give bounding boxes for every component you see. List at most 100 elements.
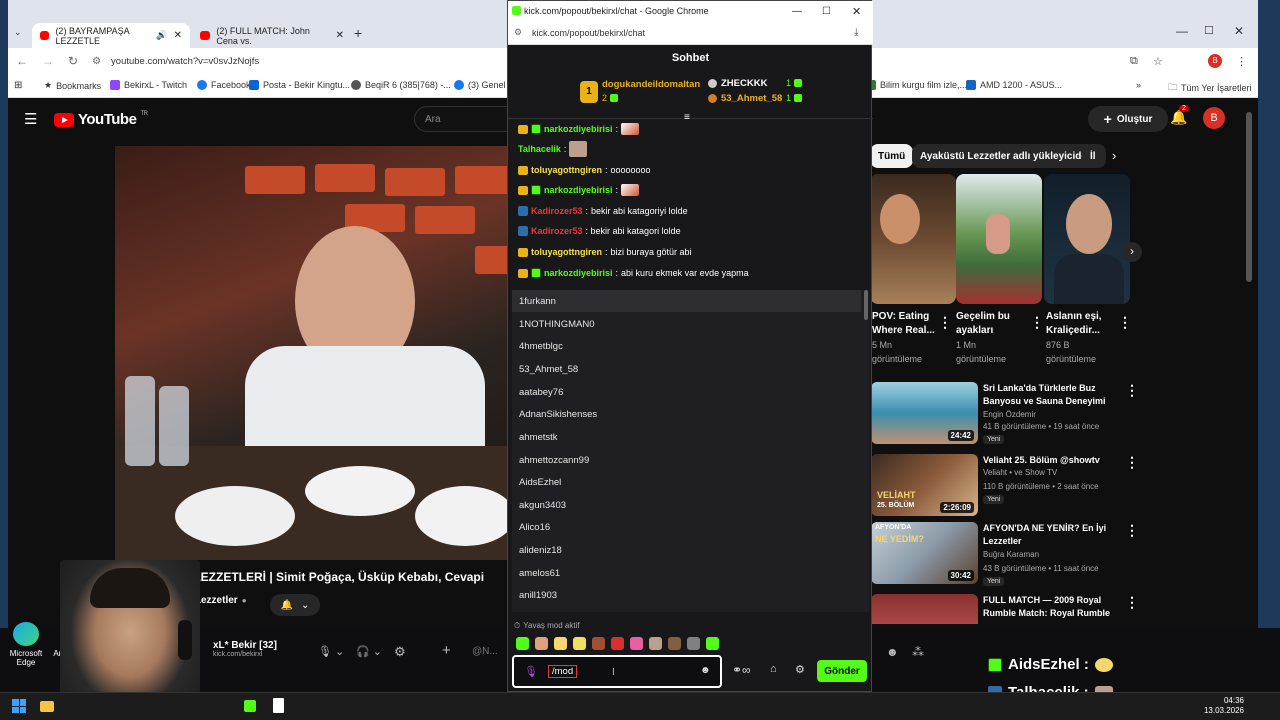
close-tab-icon[interactable]: ✕ (336, 30, 344, 41)
chat-username[interactable]: narkozdiyebirisi (544, 185, 613, 195)
bookmark-item[interactable]: (3) Genel H (454, 80, 515, 90)
chat-username[interactable]: Kadirozer53 (531, 226, 583, 236)
chat-message[interactable]: Talhacelik: (518, 141, 588, 157)
close-window-button[interactable]: ✕ (852, 5, 861, 18)
more-options-icon[interactable]: ⋮ (1125, 382, 1139, 399)
chat-input[interactable]: 🎙 /mod I ☻ (512, 655, 722, 688)
autocomplete-scrollbar[interactable] (864, 290, 868, 320)
page-scrollbar[interactable] (1246, 112, 1252, 282)
autocomplete-item[interactable]: anill1903 (519, 590, 557, 601)
forward-icon[interactable]: → (42, 54, 54, 68)
subscribe-bell-button[interactable]: 🔔 ⌄ (270, 594, 320, 616)
popup-url[interactable]: kick.com/popout/bekirxl/chat (532, 28, 645, 38)
clock[interactable]: 04:36 13.03.2026 (1200, 696, 1244, 716)
more-options-icon[interactable]: ⋮ (1125, 594, 1139, 611)
autocomplete-item[interactable]: ahmetstk (519, 432, 558, 443)
chat-message[interactable]: toluyagottngiren: bizi buraya götür abi (518, 245, 692, 259)
emote-button[interactable] (535, 637, 548, 650)
bookmark-item[interactable]: ★ Bookmarks (44, 80, 101, 91)
emote-button[interactable] (554, 637, 567, 650)
chat-username[interactable]: Kadirozer53 (531, 206, 583, 216)
autocomplete-item[interactable]: Alico16 (519, 522, 550, 533)
tab-bayrampasa[interactable]: (2) BAYRAMPAŞA LEZZETLE 🔊 ✕ (32, 23, 190, 48)
chat-message[interactable]: Kadirozer53 : bekir abi katagori lolde (518, 224, 681, 238)
bookmark-item[interactable]: Facebook (197, 80, 251, 90)
mic-icon[interactable]: 🎙 ⌄ (318, 645, 344, 658)
bookmark-item[interactable]: BeqiR 6 (385|768) -... (351, 80, 451, 90)
chat-username[interactable]: narkozdiyebirisi (544, 124, 613, 134)
chat-message[interactable]: Kadirozer53: bekir abi katagoriyi lolde (518, 204, 688, 218)
chip-all[interactable]: Tümü (870, 144, 914, 168)
short-thumb[interactable] (1044, 174, 1130, 304)
mic-icon[interactable]: 🎙 (524, 665, 538, 678)
emote-button[interactable] (573, 637, 586, 650)
chat-username[interactable]: toluyagottngiren (531, 165, 602, 175)
new-tab-button[interactable]: + (354, 25, 362, 41)
leader-name[interactable]: dogukandeildomaltan (602, 79, 700, 90)
recommendation-item[interactable]: FULL MATCH — 2009 Royal Rumble Match: Ro… (871, 594, 1231, 624)
file-explorer-icon[interactable] (40, 701, 54, 712)
hamburger-icon[interactable]: ☰ (24, 110, 37, 128)
shorts-next-button[interactable]: › (1122, 242, 1142, 262)
recommendation-item[interactable]: VELİAHT 25. BÖLÜM 2:26:09 Veliaht 25. Bö… (871, 454, 1231, 520)
more-options-icon[interactable]: ⋮ (1125, 454, 1139, 471)
settings-icon[interactable]: ⚙ (795, 663, 805, 676)
audio-icon[interactable]: 🔊 (156, 30, 167, 41)
emoji-icon[interactable]: ☻ (886, 645, 899, 659)
more-options-icon[interactable]: ⋮ (938, 314, 952, 331)
chat-message[interactable]: toluyagottngiren: oooooooo (518, 163, 651, 177)
settings-icon[interactable]: ⚙ (394, 644, 406, 660)
headset-icon[interactable]: 🎧 ⌄ (356, 645, 382, 658)
maximize-button[interactable]: ☐ (1204, 24, 1214, 37)
short-title[interactable]: POV: Eating Where Real... 5 Mn görüntüle… (872, 310, 935, 366)
youtube-logo[interactable]: YouTube TR (54, 111, 148, 128)
maximize-button[interactable]: ☐ (822, 6, 831, 17)
chip-uploader[interactable]: Ayaküstü Lezzetler adlı yükleyiciden (912, 144, 1102, 168)
emote-button[interactable] (592, 637, 605, 650)
profile-icon[interactable]: B (1208, 54, 1222, 68)
emote-button[interactable] (649, 637, 662, 650)
notifications-button[interactable]: 🔔 2 (1170, 105, 1189, 126)
download-icon[interactable]: ⤓ (854, 27, 858, 38)
collapse-pinned-icon[interactable]: ≡ (684, 112, 690, 123)
store-icon[interactable]: ⌂ (770, 663, 777, 675)
short-thumb[interactable] (870, 174, 956, 304)
autocomplete-item[interactable]: ahmettozcann99 (519, 455, 589, 466)
reload-icon[interactable]: ↻ (68, 54, 78, 68)
short-thumb[interactable] (956, 174, 1042, 304)
emote-button[interactable] (516, 637, 529, 650)
overlay-input[interactable]: @N... (472, 646, 498, 657)
chevron-right-icon[interactable]: › (1112, 148, 1116, 163)
start-icon[interactable] (12, 699, 26, 713)
emote-button[interactable] (706, 637, 719, 650)
chat-message[interactable]: narkozdiyebirisi: abi kuru ekmek var evd… (518, 266, 749, 280)
autocomplete-item[interactable]: 4hmetblgc (519, 341, 563, 352)
avatar[interactable]: B (1203, 107, 1225, 129)
autocomplete-item[interactable]: akgun3403 (519, 500, 566, 511)
chat-message[interactable]: narkozdiyebirisi: (518, 183, 640, 197)
bookmark-item[interactable]: BekirxL - Twitch (110, 80, 187, 90)
cast-icon[interactable]: ⧉ (1130, 55, 1138, 68)
more-options-icon[interactable]: ⋮ (1118, 314, 1132, 331)
site-info-icon[interactable]: ⚙ (92, 56, 101, 67)
leader-row[interactable]: 53_Ahmet_58 (708, 93, 782, 104)
send-button[interactable]: Gönder (817, 660, 867, 682)
bookmark-item[interactable]: Posta - Bekir Kingtu... (249, 80, 350, 90)
tab-full-match[interactable]: (2) FULL MATCH: John Cena vs. ✕ (192, 23, 352, 48)
back-icon[interactable]: ← (16, 54, 28, 68)
search-input[interactable]: Ara (414, 106, 514, 132)
autocomplete-item[interactable]: aatabey76 (519, 387, 563, 398)
tab-list-button[interactable]: ⌄ (14, 27, 22, 38)
emote-button[interactable] (630, 637, 643, 650)
more-bookmarks-icon[interactable]: » (1136, 80, 1141, 90)
kick-taskbar-icon[interactable] (244, 700, 256, 712)
chip-more[interactable]: İl (1082, 144, 1106, 168)
emote-button[interactable] (687, 637, 700, 650)
close-tab-icon[interactable]: ✕ (174, 30, 182, 41)
leader-row[interactable]: ZHECKKK (708, 78, 767, 89)
chat-message[interactable]: narkozdiyebirisi: (518, 122, 640, 136)
autocomplete-item[interactable]: AidsEzhel (519, 477, 561, 488)
minimize-button[interactable]: — (792, 6, 802, 17)
emote-button[interactable] (668, 637, 681, 650)
autocomplete-item[interactable]: 1furkann (519, 296, 556, 307)
